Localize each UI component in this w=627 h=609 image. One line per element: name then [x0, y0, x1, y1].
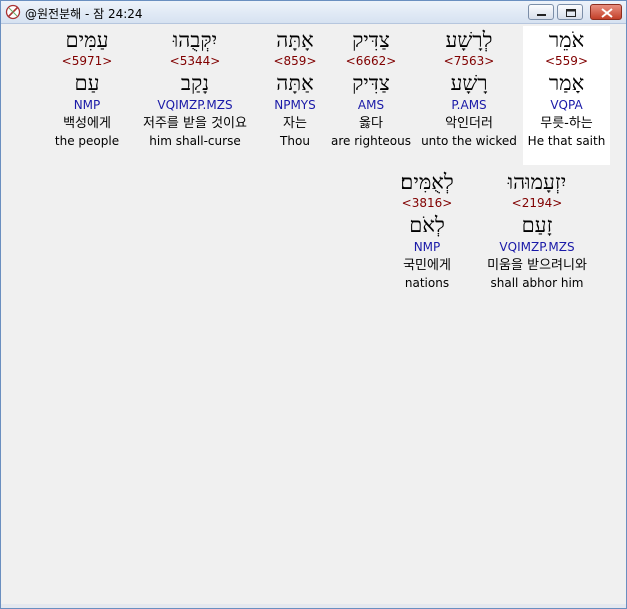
- parsing-code: VQPA: [550, 98, 583, 112]
- word-card[interactable]: אֹמֵר <559> אָמַר VQPA 무릇-하는 He that sai…: [523, 26, 610, 165]
- minimize-button[interactable]: [528, 4, 554, 20]
- parsing-code: AMS: [357, 98, 385, 112]
- maximize-icon: [566, 9, 576, 17]
- english-gloss: nations: [404, 276, 450, 290]
- word-card[interactable]: אָתָּה <859> אַתָּה NPMYS 자는 Thou: [263, 26, 327, 165]
- word-card[interactable]: לְרָשָׁע <7563> רָשָׁע P.AMS 악인더러 unto t…: [419, 26, 519, 165]
- hebrew-word: יִקְּבֻהוּ: [172, 28, 218, 52]
- maximize-button[interactable]: [557, 4, 583, 20]
- interlinear-panel: אֹמֵר <559> אָמַר VQPA 무릇-하는 He that sai…: [5, 25, 623, 605]
- korean-gloss: 자는: [283, 116, 307, 131]
- hebrew-word: לְאֻמִּים׃: [400, 170, 454, 194]
- word-card[interactable]: יִזְעָמוּהוּ <2194> זָעַם VQIMZP.MZS 미움을…: [475, 168, 599, 307]
- english-gloss: the people: [54, 134, 120, 148]
- word-card[interactable]: עַמִּים <5971> עַם NMP 백성에게 the people: [51, 26, 123, 165]
- hebrew-lemma: עַם: [74, 71, 100, 95]
- strong-number: <559>: [544, 54, 588, 68]
- strong-number: <2194>: [511, 196, 563, 210]
- hebrew-lemma: נָקַב: [180, 71, 210, 95]
- hebrew-word: אָתָּה: [276, 28, 314, 52]
- strong-number: <7563>: [443, 54, 495, 68]
- english-gloss: unto the wicked: [421, 134, 517, 148]
- title-bar[interactable]: @원전분해 - 잠 24:24: [1, 1, 626, 24]
- hebrew-lemma: זָעַם: [521, 213, 553, 237]
- hebrew-word: יִזְעָמוּהוּ: [507, 170, 567, 194]
- hebrew-word: אֹמֵר: [548, 28, 585, 52]
- parsing-code: NMP: [413, 240, 441, 254]
- hebrew-lemma: לְאֹם: [409, 213, 445, 237]
- hebrew-lemma: אָמַר: [548, 71, 585, 95]
- strong-number: <6662>: [345, 54, 397, 68]
- word-card[interactable]: צַדִּיק <6662> צַדִּיק AMS 옳다 are righte…: [328, 26, 414, 165]
- strong-number: <3816>: [401, 196, 453, 210]
- korean-gloss: 백성에게: [63, 116, 111, 131]
- app-window: @원전분해 - 잠 24:24 אֹמֵר <559> אָמַר VQPA 무…: [0, 0, 627, 609]
- english-gloss: Thou: [280, 134, 310, 148]
- korean-gloss: 무릇-하는: [540, 116, 593, 131]
- strong-number: <5344>: [169, 54, 221, 68]
- english-gloss: shall abhor him: [490, 276, 584, 290]
- strong-number: <5971>: [61, 54, 113, 68]
- hebrew-lemma: רָשָׁע: [450, 71, 488, 95]
- korean-gloss: 국민에게: [403, 258, 451, 273]
- korean-gloss: 악인더러: [445, 116, 493, 131]
- word-card[interactable]: יִקְּבֻהוּ <5344> נָקַב VQIMZP.MZS 저주를 받…: [127, 26, 263, 165]
- app-icon: [5, 4, 21, 20]
- korean-gloss: 미움을 받으려니와: [487, 258, 587, 273]
- english-gloss: are righteous: [331, 134, 411, 148]
- hebrew-lemma: צַדִּיק: [352, 71, 390, 95]
- korean-gloss: 저주를 받을 것이요: [143, 116, 247, 131]
- window-bottom-border: [1, 604, 626, 608]
- window-title: @원전분해 - 잠 24:24: [25, 7, 143, 21]
- hebrew-word: לְרָשָׁע: [445, 28, 493, 52]
- close-icon: [601, 8, 613, 18]
- word-card[interactable]: לְאֻמִּים׃ <3816> לְאֹם NMP 국민에게 nations: [383, 168, 471, 307]
- korean-gloss: 옳다: [359, 116, 383, 131]
- hebrew-word: עַמִּים: [65, 28, 109, 52]
- hebrew-lemma: אַתָּה: [276, 71, 314, 95]
- english-gloss: He that saith: [527, 134, 606, 148]
- parsing-code: P.AMS: [451, 98, 487, 112]
- parsing-code: VQIMZP.MZS: [499, 240, 575, 254]
- close-button[interactable]: [590, 4, 622, 20]
- parsing-code: NPMYS: [274, 98, 316, 112]
- hebrew-word: צַדִּיק: [352, 28, 390, 52]
- minimize-icon: [537, 14, 546, 16]
- parsing-code: VQIMZP.MZS: [157, 98, 233, 112]
- parsing-code: NMP: [73, 98, 101, 112]
- english-gloss: him shall-curse: [149, 134, 241, 148]
- strong-number: <859>: [273, 54, 317, 68]
